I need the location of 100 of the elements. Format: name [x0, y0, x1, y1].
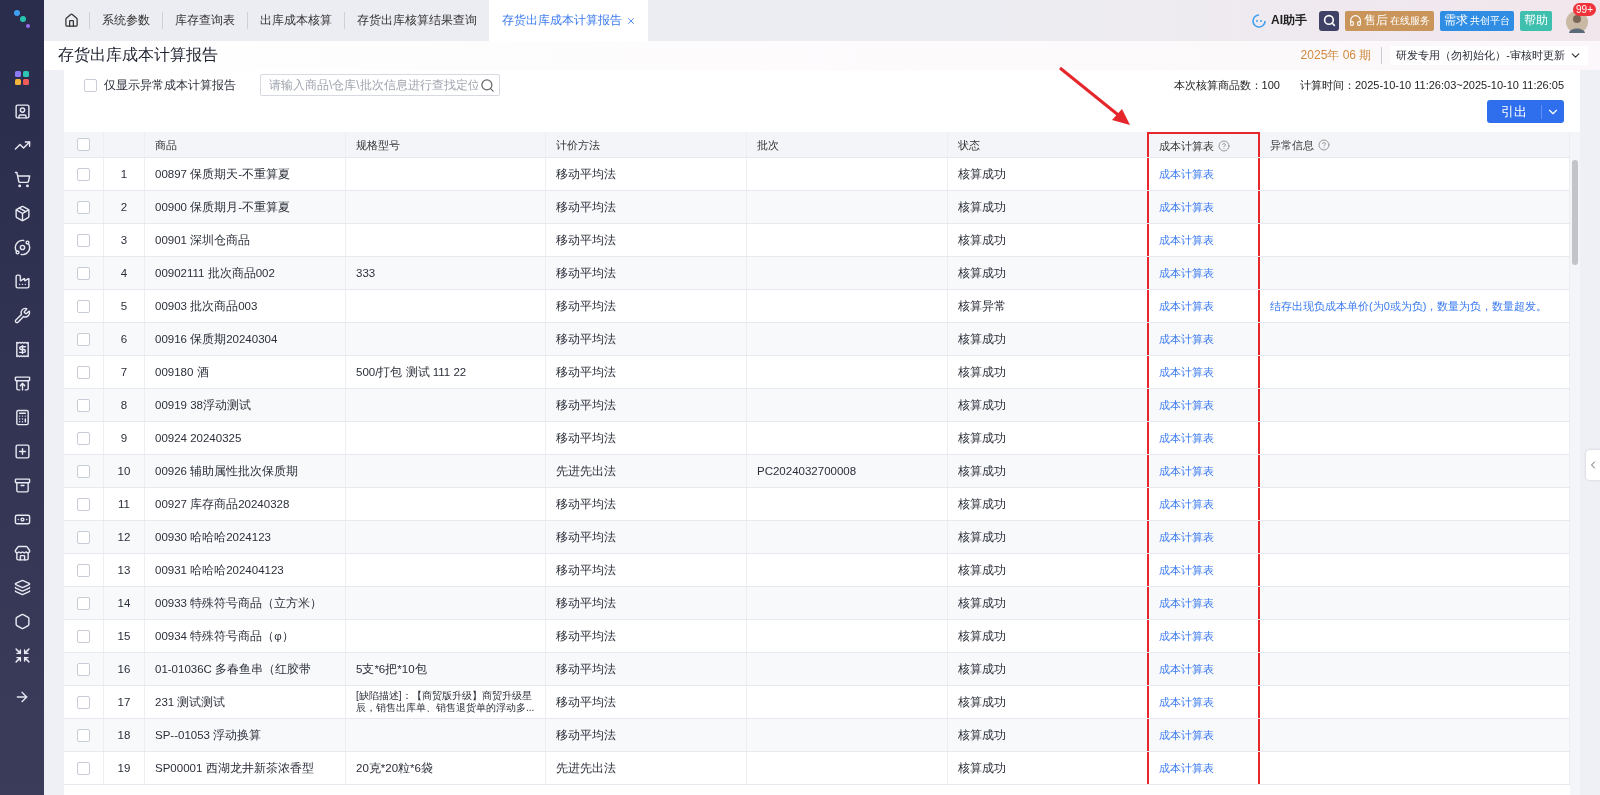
collapse-handle[interactable]: [1586, 450, 1600, 480]
row-number: 6: [120, 332, 128, 346]
header-button[interactable]: 售后 在线服务: [1345, 10, 1434, 31]
checkbox[interactable]: [77, 431, 90, 445]
orbit-icon[interactable]: [13, 239, 31, 256]
table-cell: 移动平均法: [556, 266, 616, 280]
checkbox[interactable]: [77, 398, 90, 412]
row-number: 15: [117, 629, 131, 643]
table-cell: 移动平均法: [556, 695, 616, 709]
cart-icon[interactable]: [13, 171, 31, 188]
search-button[interactable]: [1319, 10, 1339, 31]
cost-sheet-link[interactable]: 成本计算表: [1159, 761, 1214, 775]
drawer-icon[interactable]: [13, 477, 31, 494]
table-cell: 核算成功: [958, 431, 1006, 445]
checkbox[interactable]: [77, 695, 90, 709]
row-number: 10: [117, 464, 131, 478]
ai-assistant-button[interactable]: AI助手: [1251, 12, 1307, 29]
wrench-icon[interactable]: [13, 307, 31, 324]
table-cell: 核算成功: [958, 200, 1006, 214]
hexagon-icon[interactable]: [13, 613, 31, 630]
export-button[interactable]: 引出: [1487, 100, 1564, 123]
checkbox[interactable]: [77, 167, 90, 181]
cost-sheet-link[interactable]: 成本计算表: [1159, 728, 1214, 742]
calc-time-label: 计算时间：2025-10-10 11:26:03~2025-10-10 11:26:05: [1299, 77, 1564, 93]
store-icon[interactable]: [13, 545, 31, 562]
notification-badge: 99+: [1573, 2, 1596, 16]
checkbox[interactable]: [77, 761, 90, 775]
scrollbar[interactable]: [1570, 132, 1580, 795]
cost-sheet-link[interactable]: 成本计算表: [1159, 629, 1214, 643]
checkbox[interactable]: [77, 266, 90, 280]
column-header: 计价方法: [556, 137, 600, 152]
count-label: 本次核算商品数：100: [1173, 77, 1280, 93]
checkbox[interactable]: [77, 530, 90, 544]
checkbox[interactable]: [77, 563, 90, 577]
receipt-icon[interactable]: [13, 341, 31, 358]
search-icon[interactable]: [480, 77, 495, 93]
cost-sheet-link[interactable]: 成本计算表: [1159, 497, 1214, 511]
table-cell: 核算成功: [958, 761, 1006, 775]
table-cell: 00897 保质期天-不重算夏: [155, 167, 290, 181]
help-icon[interactable]: [1218, 139, 1230, 152]
layers-icon[interactable]: [13, 579, 31, 596]
cost-sheet-link[interactable]: 成本计算表: [1159, 563, 1214, 577]
tab[interactable]: 存货出库成本计算报告: [489, 0, 648, 41]
checkbox[interactable]: [77, 138, 90, 151]
checkbox[interactable]: [77, 728, 90, 742]
table-cell: 核算成功: [958, 596, 1006, 610]
factory-icon[interactable]: [13, 273, 31, 290]
cost-sheet-link[interactable]: 成本计算表: [1159, 464, 1214, 478]
table-cell: 核算成功: [958, 167, 1006, 181]
checkbox[interactable]: [77, 332, 90, 346]
cost-sheet-link[interactable]: 成本计算表: [1159, 596, 1214, 610]
row-number: 2: [120, 200, 128, 214]
table-cell: 231 测试测试: [155, 695, 226, 709]
tab[interactable]: 系统参数: [89, 12, 162, 29]
shrink-icon[interactable]: [13, 647, 31, 664]
box-icon[interactable]: [13, 205, 31, 222]
headset-icon: [1349, 14, 1362, 27]
tab[interactable]: 出库成本核算: [247, 12, 344, 29]
checkbox[interactable]: [77, 299, 90, 313]
checkbox[interactable]: [77, 200, 90, 214]
calculator-icon[interactable]: [13, 409, 31, 426]
cost-sheet-link[interactable]: 成本计算表: [1159, 695, 1214, 709]
cost-sheet-link[interactable]: 成本计算表: [1159, 299, 1214, 313]
user-card-icon[interactable]: [13, 103, 31, 120]
cost-sheet-link[interactable]: 成本计算表: [1159, 431, 1214, 445]
table-cell: 00901 深圳仓商品: [155, 233, 251, 247]
checkbox[interactable]: [77, 233, 90, 247]
plus-square-icon[interactable]: [13, 443, 31, 460]
apps-grid-icon[interactable]: [14, 70, 30, 86]
cost-sheet-link[interactable]: 成本计算表: [1159, 398, 1214, 412]
checkbox[interactable]: [77, 497, 90, 511]
close-icon[interactable]: [626, 15, 636, 26]
cost-sheet-link[interactable]: 成本计算表: [1159, 662, 1214, 676]
help-icon[interactable]: [1318, 138, 1330, 151]
cost-sheet-link[interactable]: 成本计算表: [1159, 530, 1214, 544]
cost-sheet-link[interactable]: 成本计算表: [1159, 365, 1214, 379]
checkbox[interactable]: [77, 662, 90, 676]
table-cell: 移动平均法: [556, 596, 616, 610]
cost-sheet-link[interactable]: 成本计算表: [1159, 266, 1214, 280]
row-number: 13: [117, 563, 131, 577]
org-selector[interactable]: 研发专用（勿初始化）-审核时更新: [1390, 46, 1588, 65]
table-cell: SP--01053 浮动换算: [155, 728, 262, 742]
checkbox[interactable]: [77, 365, 90, 379]
header-button[interactable]: 需求 共创平台: [1440, 10, 1514, 31]
checkbox[interactable]: [84, 78, 97, 92]
cost-sheet-link[interactable]: 成本计算表: [1159, 200, 1214, 214]
cost-sheet-link[interactable]: 成本计算表: [1159, 233, 1214, 247]
table-cell: 核算成功: [958, 695, 1006, 709]
cost-sheet-link[interactable]: 成本计算表: [1159, 167, 1214, 181]
table-cell: [缺陷描述]：【商贸版升级】商贸升级星辰，销售出库单、销售退货单的浮动多...: [356, 690, 535, 714]
archive-icon[interactable]: [13, 375, 31, 392]
tab[interactable]: 库存查询表: [162, 12, 247, 29]
arrow-right-icon[interactable]: [14, 689, 30, 705]
checkbox[interactable]: [77, 629, 90, 643]
row-number: 3: [120, 233, 128, 247]
checkbox[interactable]: [77, 464, 90, 478]
checkbox[interactable]: [77, 596, 90, 610]
cost-sheet-link[interactable]: 成本计算表: [1159, 332, 1214, 346]
error-message: 结存出现负成本单价(为0或为负)，数量为负，数量超发。: [1270, 299, 1548, 313]
header-button[interactable]: 帮助: [1520, 10, 1552, 31]
